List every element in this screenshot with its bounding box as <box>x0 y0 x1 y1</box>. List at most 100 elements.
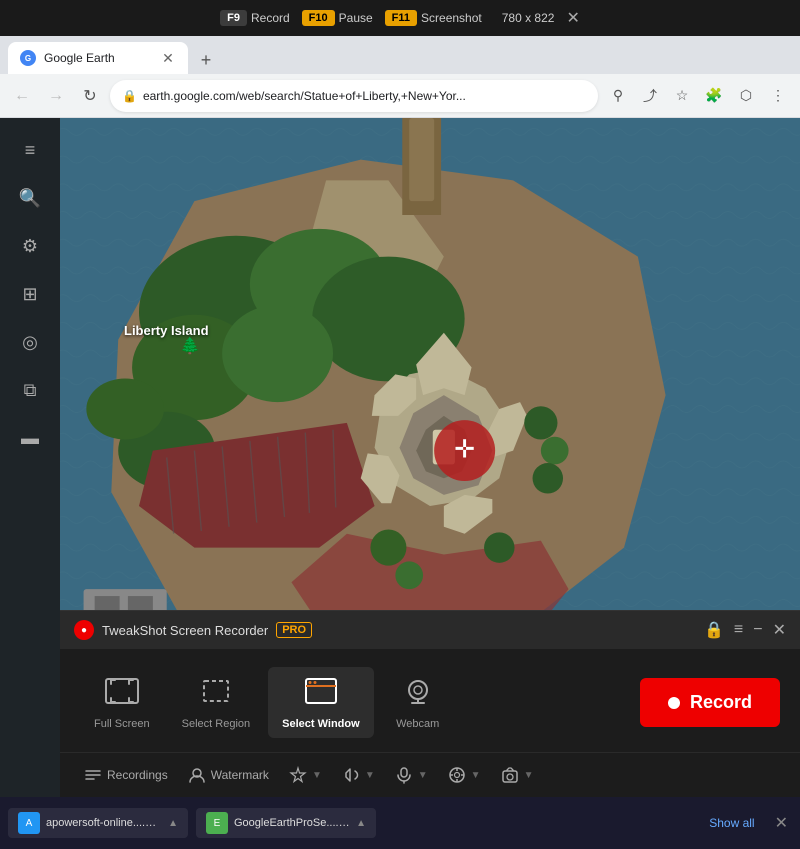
tab-bar: G Google Earth ✕ + <box>0 36 800 74</box>
tab-close-button[interactable]: ✕ <box>160 50 176 66</box>
full-screen-label: Full Screen <box>94 718 150 730</box>
f10-key[interactable]: F10 <box>302 10 335 26</box>
apowersoft-label: apowersoft-online....exe <box>46 817 162 829</box>
full-screen-icon <box>104 675 140 712</box>
audio-icon <box>342 766 360 784</box>
share-icon[interactable]: ⤴ <box>636 82 664 110</box>
select-region-label: Select Region <box>182 718 251 730</box>
recorder-logo: ● <box>74 620 94 640</box>
record-dot <box>668 697 680 709</box>
camera-button[interactable]: ▼ <box>493 761 542 789</box>
record-button-label: Record <box>690 692 752 713</box>
url-text: earth.google.com/web/search/Statue+of+Li… <box>143 89 586 103</box>
address-icons: ⚲ ⤴ ☆ 🧩 ⬡ ⋮ <box>604 82 792 110</box>
webcam-icon <box>400 675 436 712</box>
sidebar-layers-icon[interactable]: ⧉ <box>10 370 50 410</box>
googleearth-icon: E <box>206 812 228 834</box>
f11-key[interactable]: F11 <box>385 10 417 26</box>
profile-icon[interactable]: ⬡ <box>732 82 760 110</box>
recorder-controls: Full Screen Select Region <box>60 649 800 752</box>
sidebar-grid-icon[interactable]: ⊞ <box>10 274 50 314</box>
watermark-label: Watermark <box>211 768 269 782</box>
cursor-dropdown: ▼ <box>471 770 481 781</box>
f9-key[interactable]: F9 <box>220 10 247 26</box>
effects-button[interactable]: ▼ <box>281 761 330 789</box>
recorder-lock-icon[interactable]: 🔒 <box>704 620 724 640</box>
screenshot-label: Screenshot <box>421 11 482 25</box>
select-region-icon <box>198 675 234 712</box>
cursor-button[interactable]: ▼ <box>440 761 489 789</box>
taskbar: A apowersoft-online....exe ▲ E GoogleEar… <box>0 797 800 849</box>
mic-button[interactable]: ▼ <box>387 761 436 789</box>
map-area[interactable]: ✛ <box>60 118 800 797</box>
mic-dropdown: ▼ <box>418 770 428 781</box>
sidebar-menu-icon[interactable]: ≡ <box>10 130 50 170</box>
recorder-pro-badge: PRO <box>276 622 312 638</box>
apowersoft-chevron: ▲ <box>168 818 178 829</box>
sidebar-search-icon[interactable]: 🔍 <box>10 178 50 218</box>
mic-icon <box>395 766 413 784</box>
googleearth-label: GoogleEarthProSe....exe <box>234 817 350 829</box>
recorder-toolbar: Recordings Watermark ▼ <box>60 752 800 797</box>
svg-text:✛: ✛ <box>454 436 475 464</box>
googleearth-chevron: ▲ <box>356 818 366 829</box>
effects-dropdown: ▼ <box>312 770 322 781</box>
watermark-icon <box>188 766 206 784</box>
select-window-mode[interactable]: Select Window <box>268 667 374 738</box>
back-button[interactable]: ← <box>8 82 36 110</box>
camera-dropdown: ▼ <box>524 770 534 781</box>
watermark-button[interactable]: Watermark <box>180 761 277 789</box>
recorder-titlebar-icons: 🔒 ≡ − ✕ <box>704 620 786 640</box>
recorder-title: TweakShot Screen Recorder <box>102 623 268 638</box>
address-display[interactable]: 🔒 earth.google.com/web/search/Statue+of+… <box>110 80 598 112</box>
sidebar-ruler-icon[interactable]: ▬ <box>10 418 50 458</box>
record-button[interactable]: Record <box>640 678 780 727</box>
sidebar-location-icon[interactable]: ◎ <box>10 322 50 362</box>
taskbar-close-icon[interactable]: ✕ <box>771 809 792 837</box>
record-label: Record <box>251 11 290 25</box>
webcam-mode[interactable]: Webcam <box>378 667 458 738</box>
recorder-titlebar: ● TweakShot Screen Recorder PRO 🔒 ≡ − ✕ <box>60 611 800 649</box>
recorder-minimize-icon[interactable]: − <box>753 621 762 639</box>
browser-tab[interactable]: G Google Earth ✕ <box>8 42 188 74</box>
sidebar-settings-icon[interactable]: ⚙ <box>10 226 50 266</box>
apowersoft-icon: A <box>18 812 40 834</box>
recording-bar-close[interactable]: ✕ <box>566 8 579 28</box>
recorder-panel: ● TweakShot Screen Recorder PRO 🔒 ≡ − ✕ <box>60 610 800 797</box>
bookmark-icon[interactable]: ⚲ <box>604 82 632 110</box>
star-icon[interactable]: ☆ <box>668 82 696 110</box>
lock-icon: 🔒 <box>122 89 137 103</box>
tab-title: Google Earth <box>44 51 152 65</box>
select-window-label: Select Window <box>282 718 360 730</box>
dimensions-display: 780 x 822 <box>502 11 555 25</box>
forward-button[interactable]: → <box>42 82 70 110</box>
recorder-menu-icon[interactable]: ≡ <box>734 621 743 639</box>
audio-button[interactable]: ▼ <box>334 761 383 789</box>
menu-icon[interactable]: ⋮ <box>764 82 792 110</box>
recording-bar: F9 Record F10 Pause F11 Screenshot 780 x… <box>0 0 800 36</box>
full-screen-mode[interactable]: Full Screen <box>80 667 164 738</box>
reload-button[interactable]: ↻ <box>76 82 104 110</box>
capture-modes: Full Screen Select Region <box>80 667 624 738</box>
audio-dropdown: ▼ <box>365 770 375 781</box>
effects-icon <box>289 766 307 784</box>
taskbar-apowersoft[interactable]: A apowersoft-online....exe ▲ <box>8 808 188 838</box>
recordings-button[interactable]: Recordings <box>76 762 176 788</box>
address-bar: ← → ↻ 🔒 earth.google.com/web/search/Stat… <box>0 74 800 118</box>
recordings-label: Recordings <box>107 768 168 782</box>
cursor-icon <box>448 766 466 784</box>
show-all-button[interactable]: Show all <box>701 812 762 834</box>
select-region-mode[interactable]: Select Region <box>168 667 265 738</box>
recorder-close-icon[interactable]: ✕ <box>773 620 786 640</box>
earth-sidebar: ≡ 🔍 ⚙ ⊞ ◎ ⧉ ▬ <box>0 118 60 797</box>
tab-favicon: G <box>20 50 36 66</box>
taskbar-googleearth[interactable]: E GoogleEarthProSe....exe ▲ <box>196 808 376 838</box>
recordings-icon <box>84 767 102 783</box>
pause-label: Pause <box>339 11 373 25</box>
new-tab-button[interactable]: + <box>192 46 220 74</box>
webcam-label: Webcam <box>396 718 439 730</box>
extension-icon[interactable]: 🧩 <box>700 82 728 110</box>
content-area: ≡ 🔍 ⚙ ⊞ ◎ ⧉ ▬ <box>0 118 800 797</box>
select-window-icon <box>303 675 339 712</box>
camera-icon <box>501 766 519 784</box>
